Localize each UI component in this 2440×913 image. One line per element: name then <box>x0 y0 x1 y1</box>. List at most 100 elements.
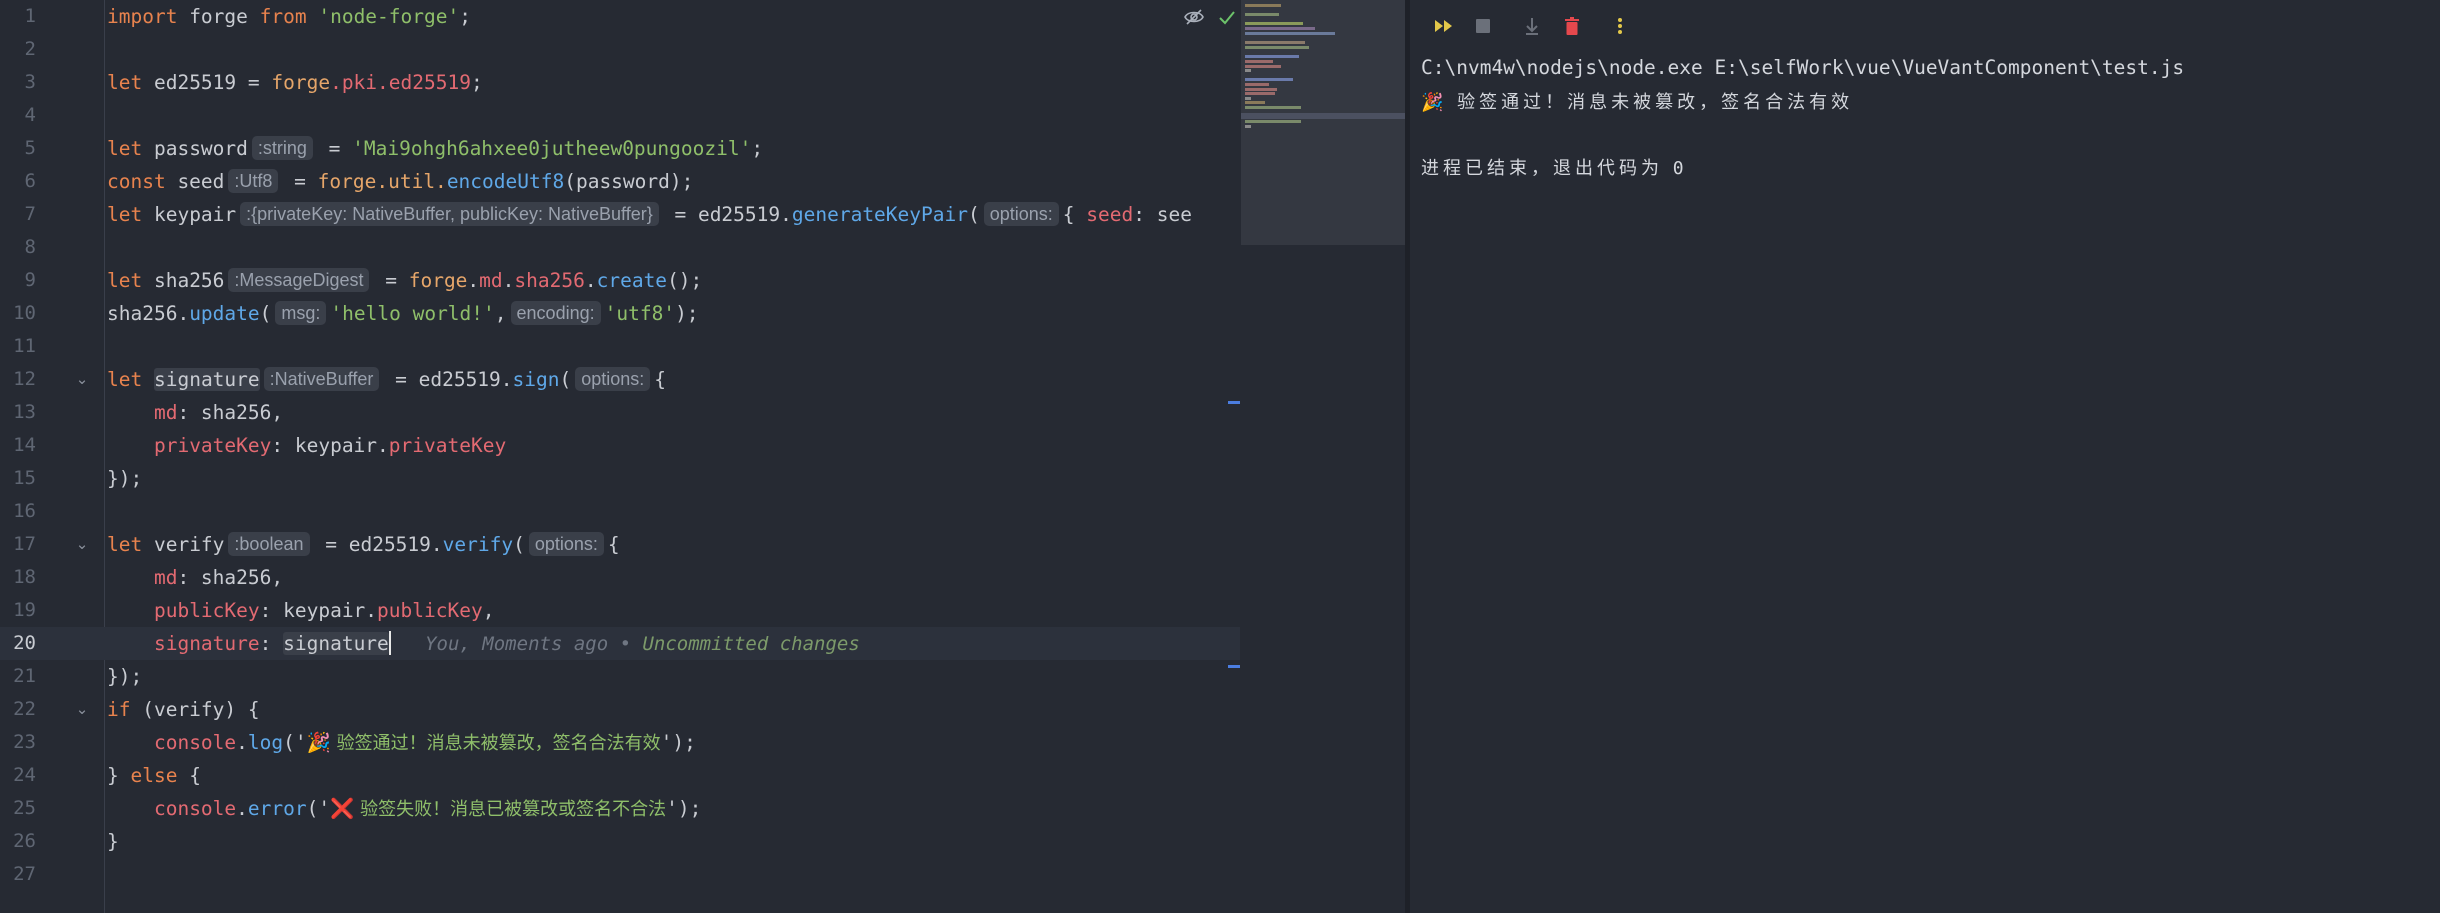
change-marker[interactable] <box>1228 401 1240 404</box>
line-number: 5 <box>24 137 36 159</box>
line-number: 6 <box>24 170 36 192</box>
code-text[interactable]: let verify:boolean = ed25519.verify(opti… <box>107 528 620 561</box>
checkmark-icon[interactable] <box>1216 6 1238 32</box>
code-text[interactable]: console.error('❌ 验签失败！消息已被篡改或签名不合法'); <box>107 792 701 825</box>
code-line[interactable]: 11 <box>0 330 1240 363</box>
line-number: 9 <box>24 269 36 291</box>
code-line[interactable]: 8 <box>0 231 1240 264</box>
minimap-viewport-highlight <box>1241 113 1405 119</box>
code-line[interactable]: 13 md: sha256, <box>0 396 1240 429</box>
code-line[interactable]: 15 }); <box>0 462 1240 495</box>
line-number: 3 <box>24 71 36 93</box>
type-hint: :string <box>251 136 313 160</box>
run-console[interactable] <box>1410 0 2440 913</box>
type-hint: :{privateKey: NativeBuffer, publicKey: N… <box>240 202 659 226</box>
line-number: 16 <box>13 500 36 522</box>
more-vertical-icon[interactable] <box>1607 13 1633 39</box>
code-text[interactable]: let password:string = 'Mai9ohgh6ahxee0ju… <box>107 132 763 165</box>
line-number: 25 <box>13 797 36 819</box>
code-line[interactable]: 21 }); <box>0 660 1240 693</box>
stop-icon[interactable] <box>1470 13 1496 39</box>
code-text[interactable]: let ed25519 = forge.pki.ed25519; <box>107 66 483 99</box>
git-blame-annotation: You, Moments ago • Uncommitted changes <box>390 633 860 655</box>
code-text[interactable]: }); <box>107 462 142 495</box>
party-popper-emoji: 🎉 <box>306 731 331 754</box>
current-code-line[interactable]: 20 signature: signature You, Moments ago… <box>0 627 1240 660</box>
scroll-to-end-icon[interactable] <box>1519 13 1545 39</box>
line-number: 23 <box>13 731 36 753</box>
line-number: 12 <box>13 368 36 390</box>
code-text[interactable]: } else { <box>107 759 201 792</box>
code-line[interactable]: 3 let ed25519 = forge.pki.ed25519; <box>0 66 1240 99</box>
code-text[interactable]: sha256.update(msg:'hello world!', encodin… <box>107 297 699 330</box>
code-line[interactable]: 7 let keypair:{privateKey: NativeBuffer,… <box>0 198 1240 231</box>
line-number: 27 <box>13 863 36 885</box>
code-line[interactable]: 1 import forge from 'node-forge'; <box>0 0 1240 33</box>
code-line[interactable]: 9 let sha256:MessageDigest = forge.md.sh… <box>0 264 1240 297</box>
code-line[interactable]: 17 ⌄ let verify:boolean = ed25519.verify… <box>0 528 1240 561</box>
code-text[interactable]: signature: signature You, Moments ago • … <box>107 627 860 660</box>
line-number: 14 <box>13 434 36 456</box>
type-hint: :Utf8 <box>228 169 279 193</box>
console-command-line: C:\nvm4w\nodejs\node.exe E:\selfWork\vue… <box>1421 56 2185 79</box>
line-number: 11 <box>13 335 36 357</box>
code-line[interactable]: 5 let password:string = 'Mai9ohgh6ahxee0… <box>0 132 1240 165</box>
fold-chevron-icon[interactable]: ⌄ <box>72 693 92 726</box>
code-text[interactable]: } <box>107 825 119 858</box>
minimap[interactable] <box>1241 0 1405 245</box>
code-text[interactable]: let keypair:{privateKey: NativeBuffer, p… <box>107 198 1192 231</box>
line-number: 10 <box>13 302 36 324</box>
line-number: 7 <box>24 203 36 225</box>
line-number: 13 <box>13 401 36 423</box>
trash-icon[interactable] <box>1559 13 1585 39</box>
code-text[interactable]: let signature:NativeBuffer = ed25519.sig… <box>107 363 666 396</box>
code-text[interactable]: publicKey: keypair.publicKey, <box>107 594 495 627</box>
line-number: 15 <box>13 467 36 489</box>
code-line[interactable]: 10 sha256.update(msg:'hello world!', enco… <box>0 297 1240 330</box>
code-editor[interactable]: 1 import forge from 'node-forge'; 2 3 le… <box>0 0 1240 913</box>
code-text[interactable]: md: sha256, <box>107 396 283 429</box>
code-text[interactable]: const seed:Utf8 = forge.util.encodeUtf8(… <box>107 165 693 198</box>
code-line[interactable]: 19 publicKey: keypair.publicKey, <box>0 594 1240 627</box>
code-line[interactable]: 23 console.log('🎉 验签通过！消息未被篡改，签名合法有效'); <box>0 726 1240 759</box>
console-output-line: 🎉 验签通过！消息未被篡改，签名合法有效 <box>1421 92 1854 113</box>
code-line[interactable]: 2 <box>0 33 1240 66</box>
code-line[interactable]: 6 const seed:Utf8 = forge.util.encodeUtf… <box>0 165 1240 198</box>
code-line[interactable]: 16 <box>0 495 1240 528</box>
code-line[interactable]: 22 ⌄ if (verify) { <box>0 693 1240 726</box>
code-text[interactable]: import forge from 'node-forge'; <box>107 0 471 33</box>
line-number: 19 <box>13 599 36 621</box>
line-number: 18 <box>13 566 36 588</box>
change-marker[interactable] <box>1228 665 1240 668</box>
fold-chevron-icon[interactable]: ⌄ <box>72 528 92 561</box>
param-hint: options: <box>528 532 604 556</box>
fold-chevron-icon[interactable]: ⌄ <box>72 363 92 396</box>
cross-mark-emoji: ❌ <box>330 797 355 820</box>
line-number: 2 <box>24 38 36 60</box>
line-number: 22 <box>13 698 36 720</box>
line-number: 17 <box>13 533 36 555</box>
type-hint: :MessageDigest <box>228 268 370 292</box>
line-number: 20 <box>13 632 36 654</box>
code-text[interactable]: if (verify) { <box>107 693 260 726</box>
code-line[interactable]: 25 console.error('❌ 验签失败！消息已被篡改或签名不合法'); <box>0 792 1240 825</box>
code-text[interactable]: let sha256:MessageDigest = forge.md.sha2… <box>107 264 702 297</box>
code-line[interactable]: 4 <box>0 99 1240 132</box>
code-line[interactable]: 18 md: sha256, <box>0 561 1240 594</box>
line-number: 26 <box>13 830 36 852</box>
rerun-icon[interactable] <box>1431 13 1457 39</box>
code-text[interactable]: md: sha256, <box>107 561 283 594</box>
code-line[interactable]: 24 } else { <box>0 759 1240 792</box>
code-text[interactable]: }); <box>107 660 142 693</box>
eye-slash-icon[interactable] <box>1183 6 1205 32</box>
code-line[interactable]: 26 } <box>0 825 1240 858</box>
type-hint: :NativeBuffer <box>263 367 380 391</box>
code-text[interactable]: privateKey: keypair.privateKey <box>107 429 506 462</box>
code-line[interactable]: 27 <box>0 858 1240 891</box>
code-line[interactable]: 12 ⌄ let signature:NativeBuffer = ed2551… <box>0 363 1240 396</box>
param-hint: encoding: <box>510 301 601 325</box>
type-hint: :boolean <box>228 532 310 556</box>
code-line[interactable]: 14 privateKey: keypair.privateKey <box>0 429 1240 462</box>
code-text[interactable]: console.log('🎉 验签通过！消息未被篡改，签名合法有效'); <box>107 726 696 759</box>
console-exit-line: 进程已结束，退出代码为 0 <box>1421 158 1684 179</box>
